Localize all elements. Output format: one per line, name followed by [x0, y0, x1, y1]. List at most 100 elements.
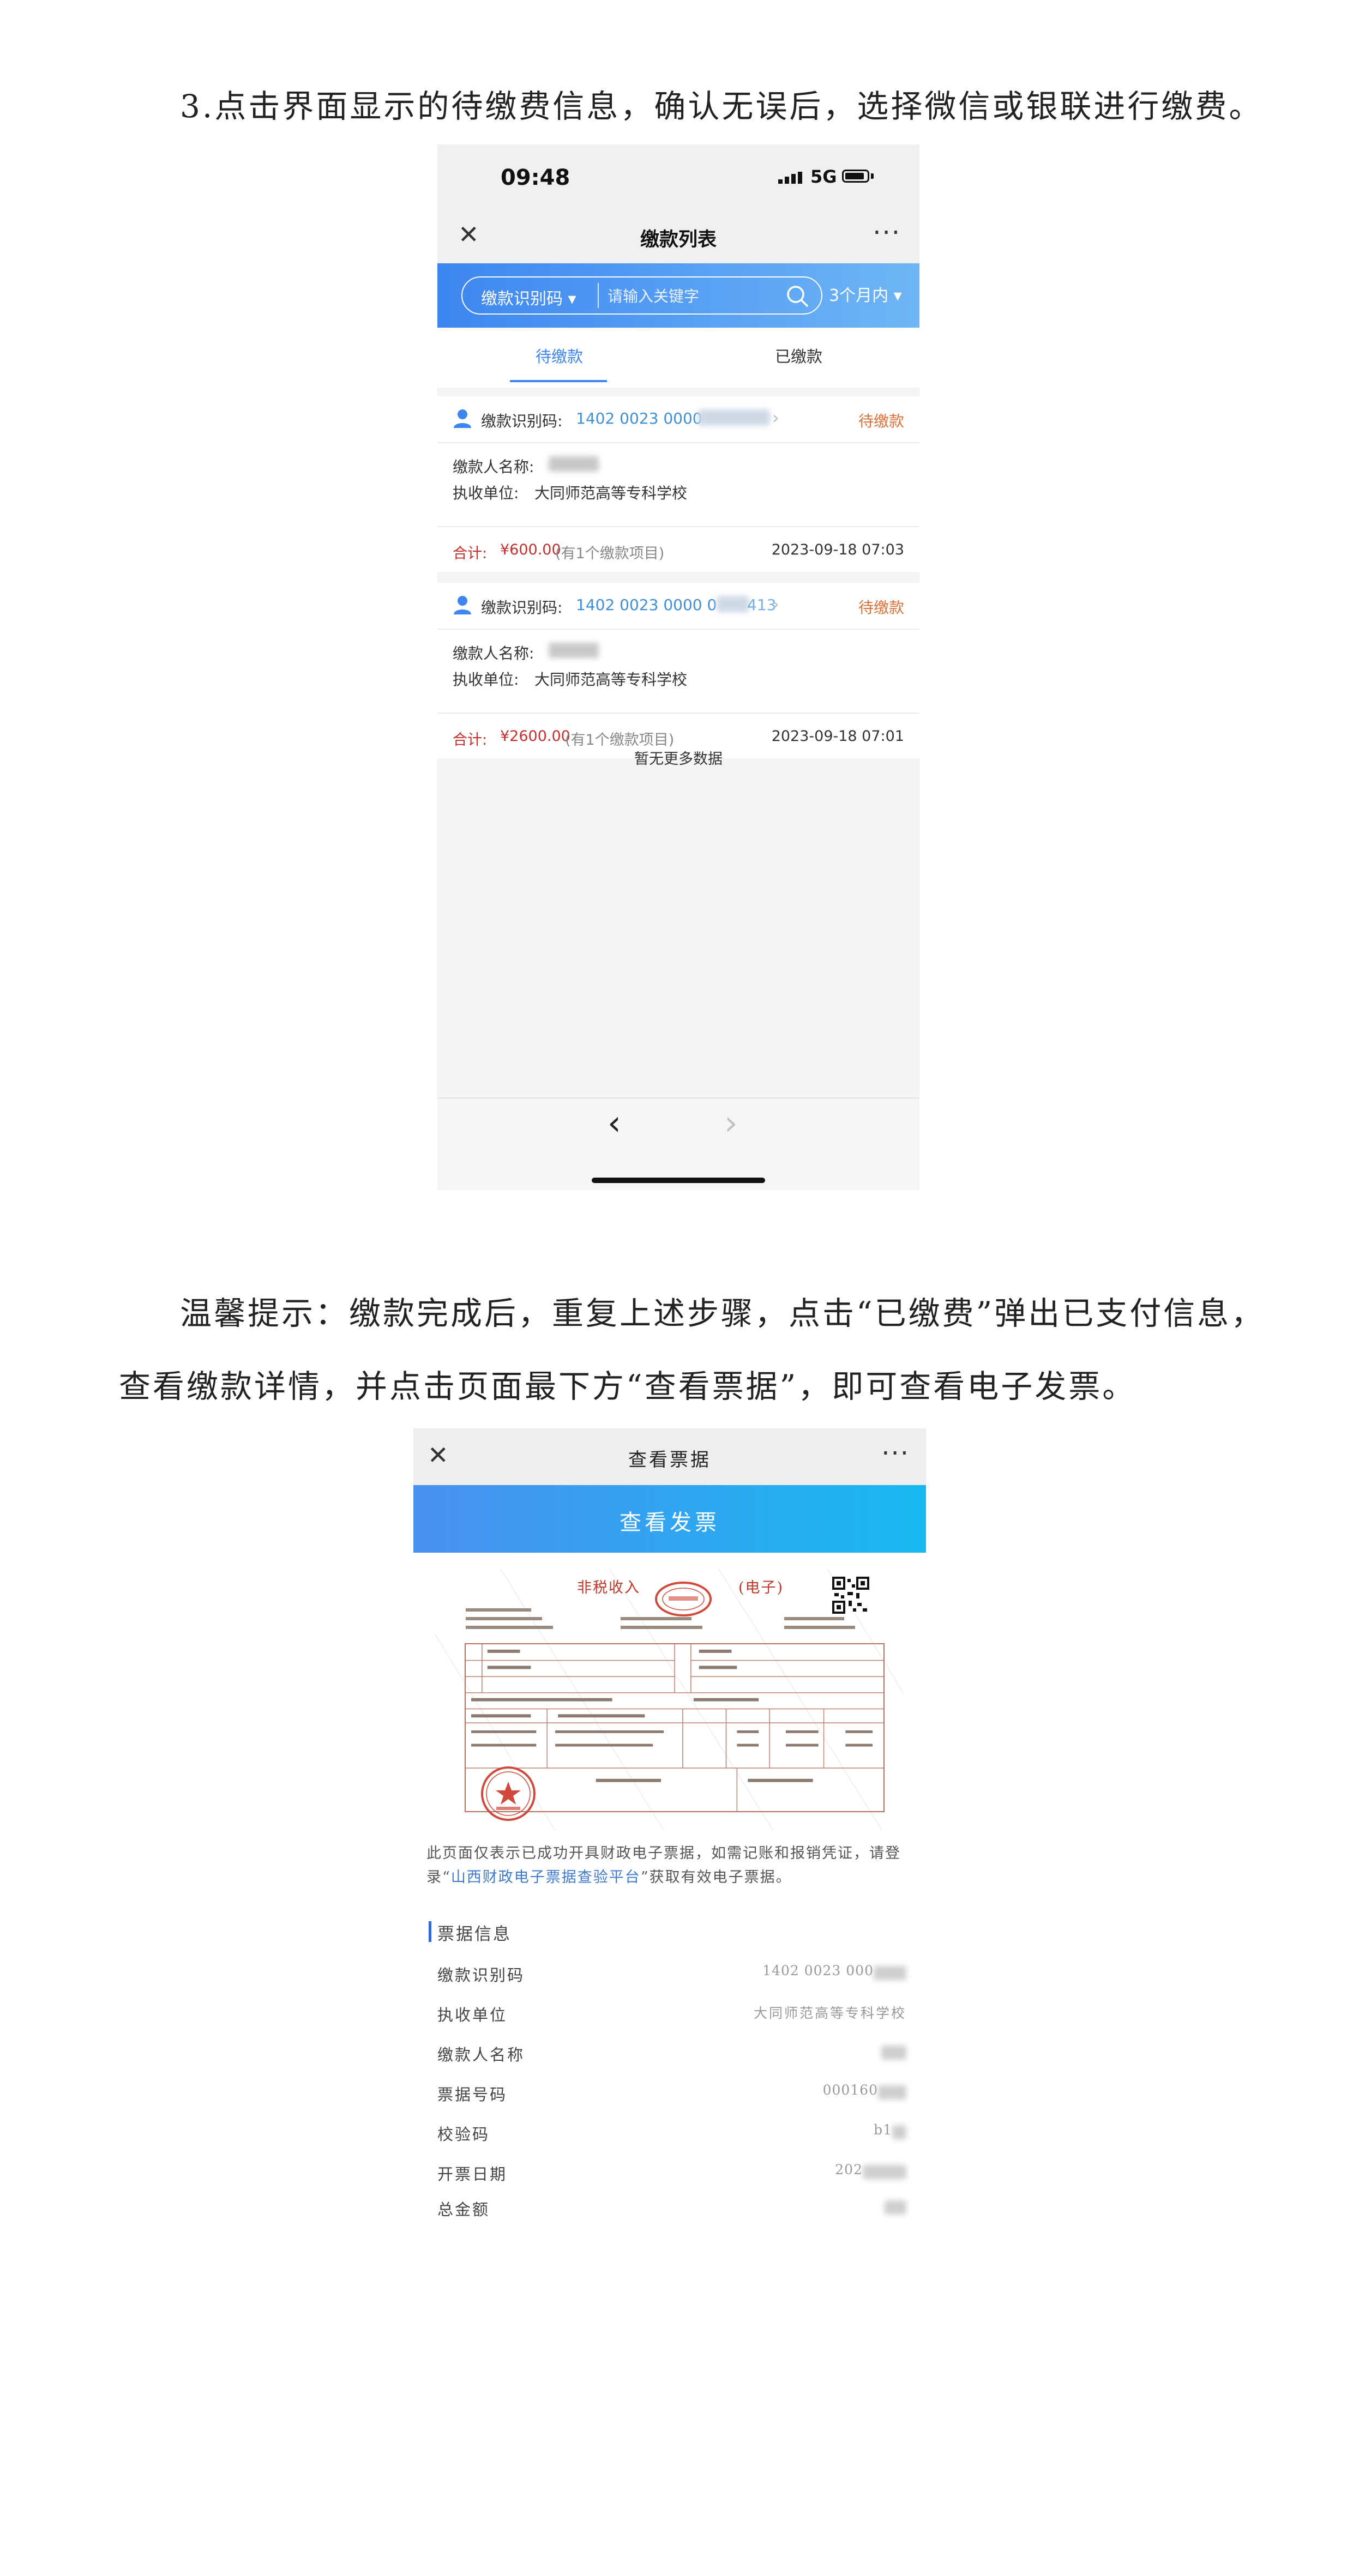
redacted-value — [874, 1966, 906, 1980]
tip-line-1: 温馨提示：缴款完成后，重复上述步骤，点击“已缴费”弹出已支付信息， — [180, 1295, 1265, 1332]
total-label: 合计: — [453, 545, 488, 562]
browser-nav-bar: ‹ › — [437, 1097, 919, 1190]
title-bar: ✕ 查看票据 ··· — [413, 1428, 926, 1485]
redacted-payer — [549, 456, 599, 472]
user-icon — [454, 596, 471, 614]
view-invoice-button[interactable]: 查看发票 — [413, 1505, 926, 1536]
time-range-dropdown[interactable]: 3个月内 ▾ — [829, 282, 902, 306]
forward-icon[interactable]: › — [724, 1103, 738, 1143]
status-bar: 09:48 5G — [437, 144, 919, 209]
tab-pending[interactable]: 待缴款 — [536, 344, 583, 367]
card-header: 缴款识别码: 1402 0023 0000 0 413 › 待缴款 — [437, 583, 919, 630]
info-value: 000160 — [822, 2082, 878, 2098]
status-badge: 待缴款 — [858, 412, 904, 430]
redacted-value — [881, 2046, 906, 2060]
search-type-dropdown[interactable]: 缴款识别码 ▾ — [481, 285, 576, 309]
info-value: 大同师范高等专科学校 — [753, 2005, 906, 2021]
payment-datetime: 2023-09-18 07:03 — [771, 541, 904, 558]
back-icon[interactable]: ‹ — [608, 1103, 621, 1143]
payment-id-label: 缴款识别码: — [481, 599, 563, 617]
payment-list-screenshot: 09:48 5G ✕ 缴款列表 ··· 缴款识别码 ▾ 3个月内 ▾ 待缴款 已… — [437, 144, 919, 1190]
info-row: 缴款人名称 — [437, 2042, 906, 2070]
search-divider — [598, 283, 599, 308]
home-indicator — [592, 1178, 765, 1183]
unit-value: 大同师范高等专科学校 — [534, 671, 688, 689]
unit-value: 大同师范高等专科学校 — [534, 484, 688, 502]
info-label: 校验码 — [437, 2125, 490, 2144]
status-time: 09:48 — [501, 165, 570, 190]
total-amount: ¥600.00 — [500, 541, 561, 558]
section-accent-bar — [429, 1921, 431, 1942]
payer-label: 缴款人名称: — [453, 644, 534, 662]
no-more-data: 暂无更多数据 — [634, 751, 723, 768]
chevron-right-icon[interactable]: › — [772, 594, 779, 614]
tab-bar: 待缴款 已缴款 — [437, 328, 919, 388]
redacted-value — [863, 2165, 906, 2179]
card-header: 缴款识别码: 1402 0023 0000 › 待缴款 — [437, 396, 919, 443]
payment-card[interactable]: 缴款识别码: 1402 0023 0000 0 413 › 待缴款 缴款人名称:… — [437, 583, 919, 758]
tip-line-2: 查看缴款详情，并点击页面最下方“查看票据”，即可查看电子发票。 — [119, 1368, 1136, 1405]
payment-id-value: 1402 0023 0000 — [576, 409, 702, 427]
payment-datetime: 2023-09-18 07:01 — [771, 728, 904, 745]
battery-icon — [842, 170, 869, 183]
user-icon — [454, 409, 471, 428]
unit-label: 执收单位: — [453, 484, 519, 502]
note-line-1: 此页面仅表示已成功开具财政电子票据，如需记账和报销凭证，请登 — [426, 1845, 901, 1862]
signal-icon — [778, 172, 802, 184]
payment-id-label: 缴款识别码: — [481, 412, 563, 430]
more-icon[interactable]: ··· — [881, 1438, 910, 1469]
redacted-value — [892, 2125, 906, 2139]
status-badge: 待缴款 — [858, 599, 904, 617]
items-note: (有1个缴款项目) — [555, 545, 665, 562]
info-row: 执收单位 大同师范高等专科学校 — [437, 2002, 906, 2030]
redacted-value — [885, 2200, 906, 2215]
redacted-payer — [549, 643, 599, 658]
info-label: 票据号码 — [437, 2085, 508, 2104]
info-row: 票据号码 000160 — [437, 2082, 906, 2109]
view-invoice-screenshot: ✕ 查看票据 ··· 查看发票 非税收入 (电子) 此页面仅表示已成功开具财政电… — [413, 1428, 926, 2219]
info-label: 总金额 — [437, 2200, 490, 2219]
search-input[interactable] — [606, 283, 772, 309]
search-box: 缴款识别码 ▾ — [461, 276, 822, 315]
info-value: b1 — [874, 2122, 892, 2138]
info-section-title: 票据信息 — [437, 1925, 512, 1944]
info-row: 总金额 — [437, 2197, 906, 2219]
redacted-id — [698, 409, 770, 426]
invoice-title-suffix: (电子) — [738, 1579, 784, 1596]
total-amount: ¥2600.00 — [500, 728, 570, 745]
payment-id-value: 1402 0023 0000 0 — [576, 596, 717, 614]
search-bar: 缴款识别码 ▾ 3个月内 ▾ — [437, 263, 919, 328]
invoice-header-lines — [466, 1608, 855, 1629]
verification-platform-link[interactable]: 山西财政电子票据查验平台 — [451, 1869, 641, 1886]
info-label: 缴款人名称 — [437, 2046, 525, 2064]
note-line-2: 录“山西财政电子票据查验平台”获取有效电子票据。 — [426, 1866, 906, 1890]
chevron-right-icon[interactable]: › — [772, 407, 779, 428]
items-note: (有1个缴款项目) — [565, 732, 675, 749]
invoice-image: 非税收入 (电子) — [435, 1569, 904, 1831]
more-icon[interactable]: ··· — [873, 218, 901, 248]
active-tab-indicator — [510, 380, 607, 382]
invoice-note: 此页面仅表示已成功开具财政电子票据，如需记账和报销凭证，请登 录“山西财政电子票… — [426, 1842, 906, 1890]
page-title: 缴款列表 — [640, 229, 717, 251]
note-prefix: 录“ — [426, 1869, 451, 1886]
info-row: 缴款识别码 1402 0023 000 — [437, 1963, 906, 1990]
battery-tip — [871, 173, 874, 179]
payment-card[interactable]: 缴款识别码: 1402 0023 0000 › 待缴款 缴款人名称: 执收单位:… — [437, 396, 919, 572]
redacted-value — [878, 2085, 906, 2100]
step3-instruction: 3.点击界面显示的待缴费信息，确认无误后，选择微信或银联进行缴费。 — [180, 88, 1263, 125]
info-label: 执收单位 — [437, 2006, 508, 2024]
payer-label: 缴款人名称: — [453, 458, 534, 476]
network-label: 5G — [810, 166, 837, 187]
title-bar: ✕ 缴款列表 ··· — [437, 209, 919, 263]
info-row: 开票日期 202 — [437, 2162, 906, 2189]
tab-paid[interactable]: 已缴款 — [775, 344, 822, 367]
info-value: 202 — [835, 2162, 863, 2177]
total-label: 合计: — [453, 732, 488, 749]
card-footer: 合计: ¥600.00 (有1个缴款项目) 2023-09-18 07:03 — [437, 526, 919, 573]
invoice-title: 非税收入 — [577, 1579, 640, 1596]
invoice-header: 查看发票 — [413, 1485, 926, 1553]
info-label: 缴款识别码 — [437, 1966, 525, 1984]
info-label: 开票日期 — [437, 2165, 508, 2183]
search-icon[interactable] — [785, 284, 809, 308]
info-row: 校验码 b1 — [437, 2122, 906, 2149]
